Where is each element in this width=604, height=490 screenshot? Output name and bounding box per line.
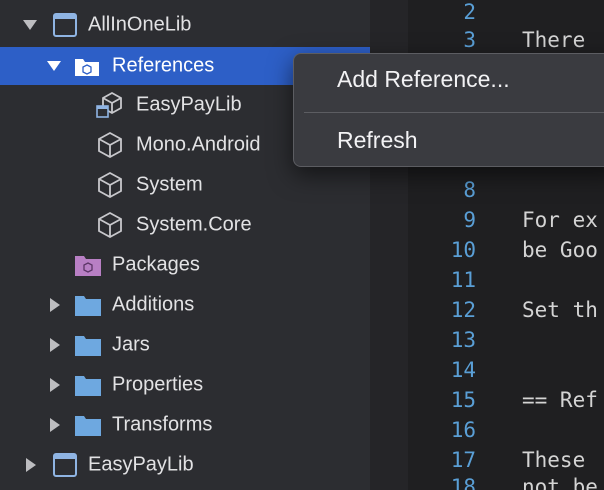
tree-item-label: Mono.Android: [136, 133, 261, 156]
line-number: 10: [450, 238, 476, 262]
disclosure-expanded-icon[interactable]: [47, 61, 61, 71]
project-icon: [53, 453, 77, 477]
project-reference-icon: [96, 91, 122, 118]
tree-item-label: EasyPayLib: [88, 453, 194, 476]
tree-item-label: System: [136, 173, 203, 196]
disclosure-collapsed-icon[interactable]: [50, 418, 60, 432]
packages-folder-icon: [75, 256, 101, 276]
disclosure-collapsed-icon[interactable]: [50, 378, 60, 392]
tree-item-additions[interactable]: Additions: [0, 285, 370, 325]
tree-item-system-core[interactable]: System.Core: [0, 205, 370, 245]
disclosure-collapsed-icon[interactable]: [50, 298, 60, 312]
line-number: 18: [450, 475, 476, 490]
tree-item-label: System.Core: [136, 213, 252, 236]
folder-icon: [75, 416, 101, 436]
line-number: 3: [463, 28, 476, 52]
folder-icon: [75, 296, 101, 316]
menu-item-refresh[interactable]: Refresh: [294, 122, 604, 158]
context-menu: Add Reference... Refresh: [293, 53, 604, 167]
line-number: 11: [450, 268, 476, 292]
tree-item-label: AllInOneLib: [88, 13, 192, 36]
code-line[interactable]: not be: [522, 472, 598, 490]
assembly-icon: [98, 211, 122, 239]
tree-item-transforms[interactable]: Transforms: [0, 405, 370, 445]
tree-item-properties[interactable]: Properties: [0, 365, 370, 405]
tree-item-system[interactable]: System: [0, 165, 370, 205]
tree-item-packages[interactable]: Packages: [0, 245, 370, 285]
code-line[interactable]: For ex: [522, 205, 598, 235]
tree-item-label: Properties: [112, 373, 204, 396]
menu-item-add-reference[interactable]: Add Reference...: [294, 61, 604, 97]
code-line[interactable]: be Goo: [522, 235, 598, 265]
tree-item-label: Jars: [112, 333, 150, 356]
code-line[interactable]: Set th: [522, 295, 598, 325]
disclosure-expanded-icon[interactable]: [23, 20, 37, 30]
line-number: 17: [450, 448, 476, 472]
assembly-icon: [98, 171, 122, 199]
references-folder-icon: [75, 59, 99, 76]
line-number: 9: [463, 208, 476, 232]
tree-item-label: References: [112, 54, 215, 77]
tree-item-label: Additions: [112, 293, 195, 316]
tree-item-label: Packages: [112, 253, 200, 276]
line-number: 16: [450, 418, 476, 442]
line-number: 13: [450, 328, 476, 352]
line-number: 14: [450, 358, 476, 382]
folder-icon: [75, 376, 101, 396]
menu-separator: [304, 112, 604, 113]
tree-item-label: Transforms: [112, 413, 213, 436]
code-line[interactable]: These: [522, 445, 585, 475]
tree-item-allinonelib[interactable]: AllInOneLib: [0, 5, 370, 45]
disclosure-collapsed-icon[interactable]: [50, 338, 60, 352]
code-line[interactable]: == Ref: [522, 385, 598, 415]
assembly-icon: [98, 131, 122, 159]
line-number: 2: [463, 0, 476, 24]
disclosure-collapsed-icon[interactable]: [26, 458, 36, 472]
tree-item-easypaylib-project[interactable]: EasyPayLib: [0, 445, 370, 485]
tree-item-jars[interactable]: Jars: [0, 325, 370, 365]
code-line[interactable]: There: [522, 25, 585, 55]
line-number: 15: [450, 388, 476, 412]
project-icon: [53, 13, 77, 37]
line-number: 12: [450, 298, 476, 322]
folder-icon: [75, 336, 101, 356]
tree-item-label: EasyPayLib: [136, 93, 242, 116]
line-number: 8: [463, 178, 476, 202]
